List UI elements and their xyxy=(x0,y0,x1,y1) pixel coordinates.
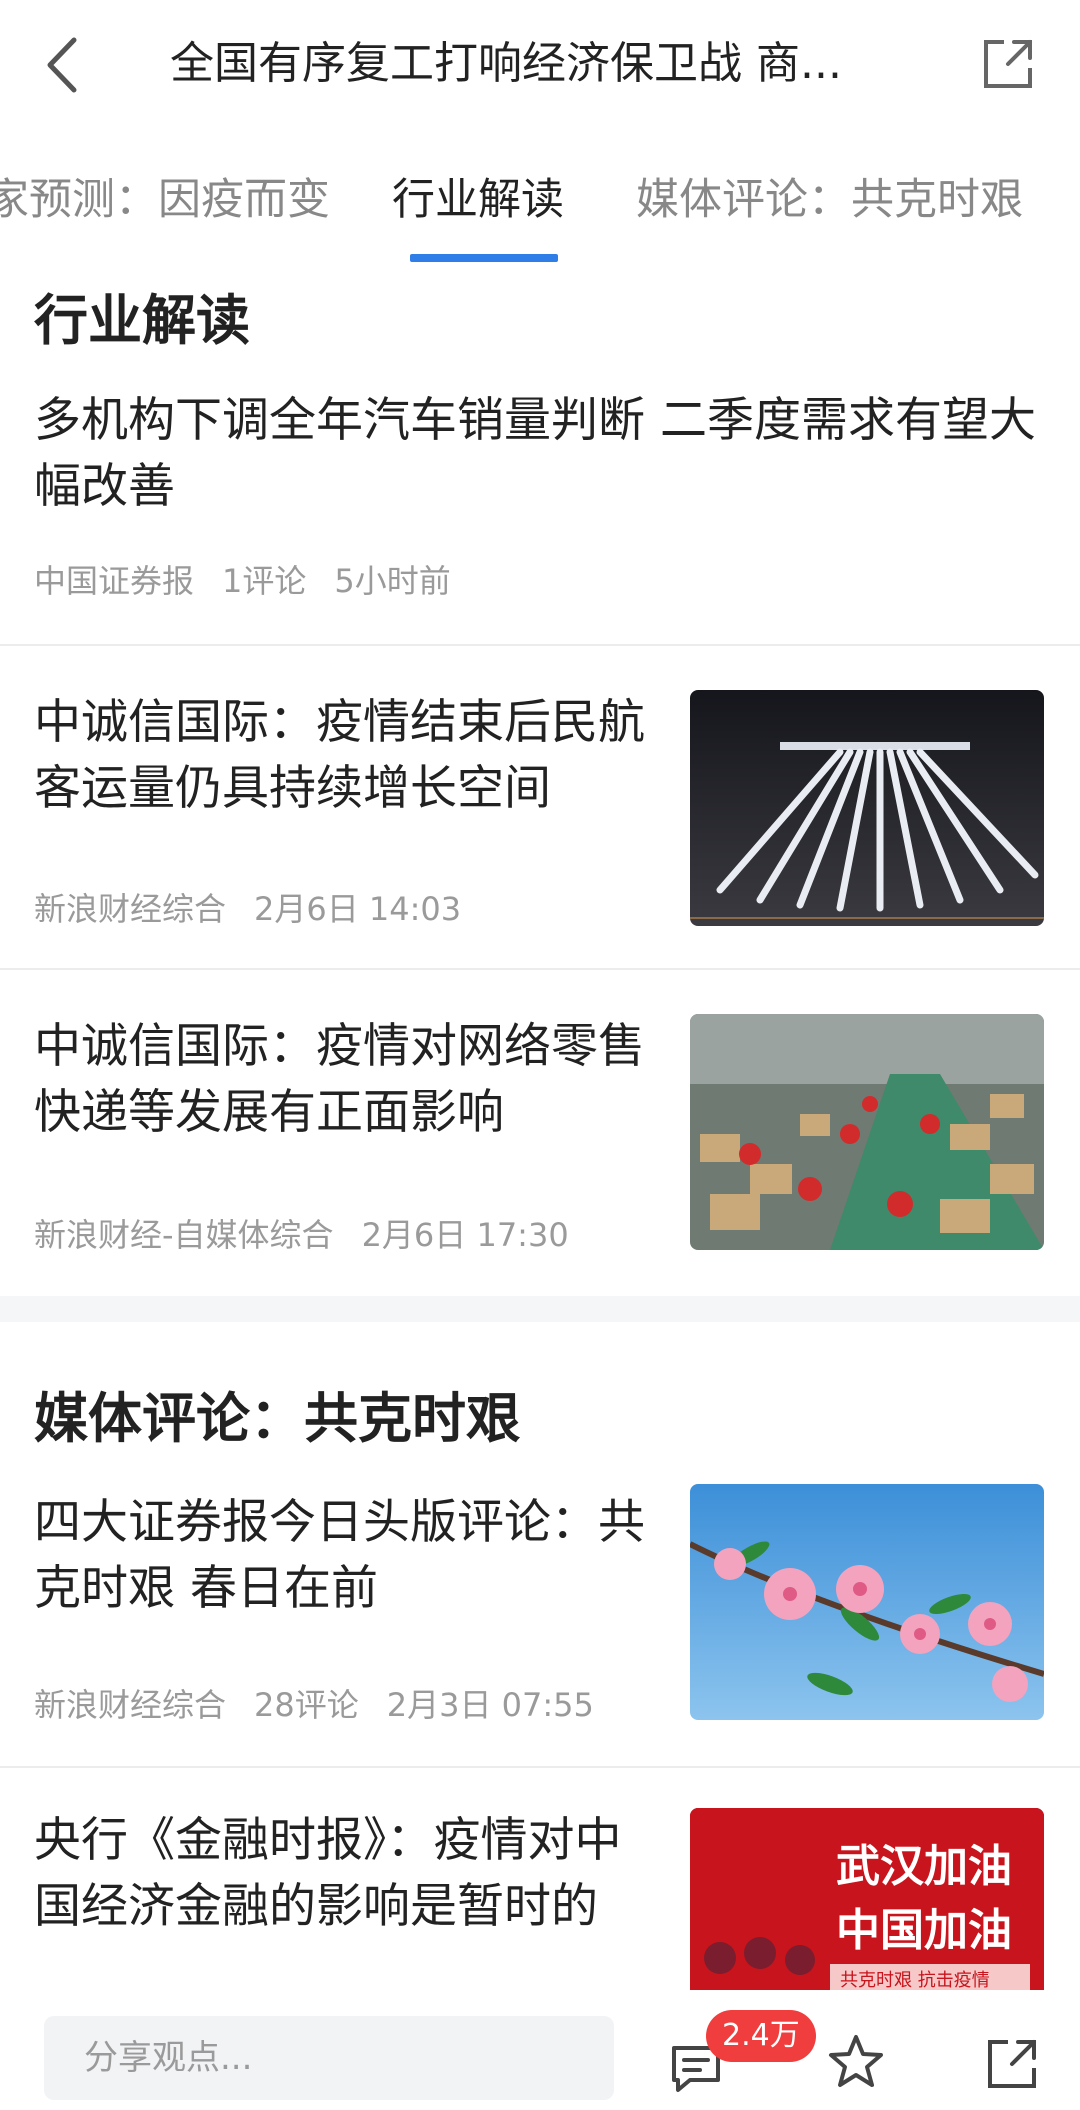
article-headline: 四大证券报今日头版评论：共克时艰 春日在前 xyxy=(34,1495,645,1616)
category-tabs: 家预测：因疫而变 行业解读 媒体评论：共克时艰 xyxy=(0,130,1080,266)
article-thumbnail: 武汉加油 中国加油 共克时艰 抗击疫情 xyxy=(690,1808,1044,1990)
banner-line-1: 武汉加油 xyxy=(836,1841,1012,1892)
article-headline: 中诚信国际：疫情结束后民航客运量仍具持续增长空间 xyxy=(34,695,645,816)
comment-input[interactable]: 分享观点... xyxy=(44,2016,614,2100)
article-time: 2月3日 07:55 xyxy=(386,1686,594,1724)
section-title: 媒体评论：共克时艰 xyxy=(34,1387,520,1450)
share-icon[interactable] xyxy=(984,2036,1040,2092)
article-headline: 中诚信国际：疫情对网络零售快递等发展有正面影响 xyxy=(34,1019,645,1140)
article-headline: 多机构下调全年汽车销量判断 二季度需求有望大幅改善 xyxy=(34,393,1036,514)
article-time: 2月6日 17:30 xyxy=(361,1216,569,1254)
article-source: 新浪财经综合 xyxy=(34,890,227,928)
active-tab-indicator xyxy=(410,254,558,262)
banner-line-2: 中国加油 xyxy=(836,1905,1012,1956)
page-title: 全国有序复工打响经济保卫战 商... xyxy=(170,38,842,89)
top-bar: 全国有序复工打响经济保卫战 商... xyxy=(0,0,1080,130)
article-meta: 新浪财经综合 28评论 2月3日 07:55 xyxy=(34,1680,622,1726)
bottom-bar: 分享观点... 2.4万 xyxy=(0,1990,1080,2110)
list-item[interactable]: 央行《金融时报》：疫情对中国经济金融的影响是暂时的 武汉加油 中国加油 共克时艰… xyxy=(0,1768,1080,1990)
article-meta: 中国证券报 1评论 5小时前 xyxy=(34,556,479,602)
list-item[interactable]: 中诚信国际：疫情对网络零售快递等发展有正面影响 新浪财经-自媒体综合 2月6日 1… xyxy=(0,970,1080,1296)
section-media-comments: 媒体评论：共克时艰 四大证券报今日头版评论：共克时艰 春日在前 新浪财经综合 28… xyxy=(0,1322,1080,1990)
article-thumbnail xyxy=(690,690,1044,926)
list-item[interactable]: 四大证券报今日头版评论：共克时艰 春日在前 新浪财经综合 28评论 2月3日 07:… xyxy=(0,1462,1080,1766)
article-source: 新浪财经综合 xyxy=(34,1686,227,1724)
article-meta: 新浪财经-自媒体综合 2月6日 17:30 xyxy=(34,1210,597,1256)
article-source: 新浪财经-自媒体综合 xyxy=(34,1216,334,1254)
star-icon[interactable] xyxy=(826,2032,886,2092)
tab-industry-analysis[interactable]: 行业解读 xyxy=(392,170,564,230)
external-share-icon[interactable] xyxy=(978,34,1038,94)
section-title: 行业解读 xyxy=(34,289,250,352)
banner-line-3: 共克时艰 抗击疫情 xyxy=(840,1970,990,1990)
article-thumbnail xyxy=(690,1484,1044,1720)
article-headline: 央行《金融时报》：疫情对中国经济金融的影响是暂时的 xyxy=(34,1813,622,1934)
section-industry-analysis: 行业解读 多机构下调全年汽车销量判断 二季度需求有望大幅改善 中国证券报 1评论 5… xyxy=(0,266,1080,1296)
article-comments: 1评论 xyxy=(222,562,307,600)
article-time: 2月6日 14:03 xyxy=(254,890,462,928)
article-time: 5小时前 xyxy=(334,562,451,600)
comment-count-badge: 2.4万 xyxy=(706,2010,816,2062)
article-comments: 28评论 xyxy=(254,1686,359,1724)
list-item[interactable]: 中诚信国际：疫情结束后民航客运量仍具持续增长空间 新浪财经综合 2月6日 14:0… xyxy=(0,646,1080,968)
tab-media-comments[interactable]: 媒体评论：共克时艰 xyxy=(636,170,1023,230)
article-thumbnail xyxy=(690,1014,1044,1250)
tab-forecast[interactable]: 家预测：因疫而变 xyxy=(0,170,330,230)
list-item[interactable]: 多机构下调全年汽车销量判断 二季度需求有望大幅改善 中国证券报 1评论 5小时前 xyxy=(0,366,1080,644)
article-meta: 新浪财经综合 2月6日 14:03 xyxy=(34,884,489,930)
back-arrow-icon[interactable] xyxy=(36,30,96,100)
article-source: 中国证券报 xyxy=(34,562,195,600)
